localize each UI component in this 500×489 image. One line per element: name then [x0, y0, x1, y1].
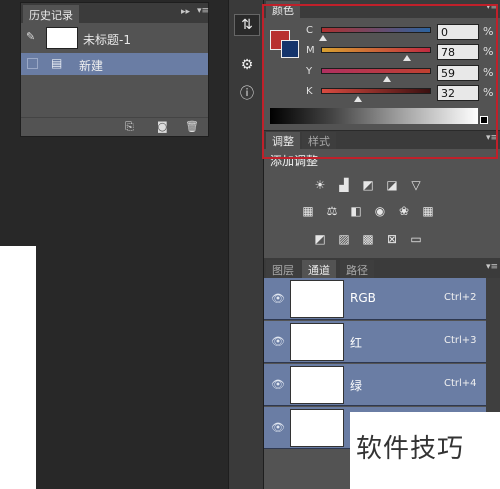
tool-dock: ⇅ ⚙ ⓘ — [228, 0, 264, 489]
watermark-text: 软件技巧 — [356, 434, 465, 464]
eye-icon[interactable]: 👁 — [271, 378, 285, 391]
levels-icon[interactable]: ▟ — [336, 177, 352, 193]
vibrance-icon[interactable]: ▽ — [408, 177, 424, 193]
brightness-icon[interactable]: ☀ — [312, 177, 328, 193]
channel-mixer-icon[interactable]: ❀ — [396, 203, 412, 219]
channel-row-red[interactable]: 👁 红 Ctrl+3 — [264, 321, 486, 363]
channel-name: 红 — [350, 336, 363, 350]
hue-saturation-icon[interactable]: ▦ — [300, 203, 316, 219]
history-panel: 历史记录 ▸▸ ▾≡ ✎ 未标题-1 ▤ 新建 ⎘ ◙ 🗑 — [20, 2, 209, 137]
tab-layers[interactable]: 图层 — [266, 260, 300, 278]
snapshot-label: 未标题-1 — [83, 33, 131, 47]
photo-filter-icon[interactable]: ◉ — [372, 203, 388, 219]
highlight-annotation-box — [262, 4, 498, 159]
channel-thumbnail — [290, 323, 344, 361]
history-state-row[interactable]: ▤ 新建 — [21, 53, 208, 75]
channel-thumbnail — [290, 409, 344, 447]
history-footer: ⎘ ◙ 🗑 — [21, 117, 208, 136]
history-dock-icon[interactable]: ⇅ — [234, 14, 260, 36]
channel-shortcut: Ctrl+3 — [444, 335, 477, 346]
color-balance-icon[interactable]: ⚖ — [324, 203, 340, 219]
eye-icon[interactable]: 👁 — [271, 292, 285, 305]
channel-thumbnail — [290, 280, 344, 318]
tab-history[interactable]: 历史记录 — [23, 5, 79, 23]
document-canvas[interactable] — [0, 246, 36, 489]
gradient-map-icon[interactable]: ⊠ — [384, 231, 400, 247]
invert-icon[interactable]: ◩ — [312, 231, 328, 247]
channel-thumbnail — [290, 366, 344, 404]
history-snapshot-row[interactable]: ✎ 未标题-1 — [21, 24, 208, 52]
channels-panel-header: 图层 通道 路径 ▾≡ — [264, 258, 500, 278]
channel-shortcut: Ctrl+4 — [444, 378, 477, 389]
channel-name: RGB — [350, 291, 376, 305]
collapse-icon[interactable]: ▸▸ — [181, 7, 190, 17]
black-white-icon[interactable]: ◧ — [348, 203, 364, 219]
document-icon: ▤ — [51, 56, 63, 70]
eye-icon[interactable]: 👁 — [271, 421, 285, 434]
history-brush-icon[interactable]: ✎ — [26, 30, 35, 43]
curves-icon[interactable]: ◩ — [360, 177, 376, 193]
tab-paths[interactable]: 路径 — [340, 260, 374, 278]
channel-name: 绿 — [350, 379, 363, 393]
posterize-icon[interactable]: ▨ — [336, 231, 352, 247]
channel-shortcut: Ctrl+2 — [444, 292, 477, 303]
channel-row-green[interactable]: 👁 绿 Ctrl+4 — [264, 364, 486, 406]
selective-color-icon[interactable]: ▭ — [408, 231, 424, 247]
tab-channels[interactable]: 通道 — [302, 260, 336, 278]
panel-menu-icon[interactable]: ▾≡ — [197, 6, 209, 16]
eye-icon[interactable]: 👁 — [271, 335, 285, 348]
new-doc-icon[interactable]: ⎘ — [125, 120, 134, 134]
state-label: 新建 — [79, 59, 104, 73]
color-lookup-icon[interactable]: ▦ — [420, 203, 436, 219]
exposure-icon[interactable]: ◪ — [384, 177, 400, 193]
panel-menu-icon[interactable]: ▾≡ — [486, 262, 498, 272]
snapshot-thumbnail — [46, 27, 78, 49]
history-panel-header: 历史记录 ▸▸ ▾≡ — [21, 3, 209, 23]
info-icon[interactable]: ⓘ — [234, 82, 260, 104]
state-checkbox[interactable] — [27, 58, 38, 69]
trash-icon[interactable]: 🗑 — [185, 120, 199, 133]
camera-icon[interactable]: ◙ — [157, 120, 168, 133]
channel-row-rgb[interactable]: 👁 RGB Ctrl+2 — [264, 278, 486, 320]
threshold-icon[interactable]: ▩ — [360, 231, 376, 247]
properties-dock-icon[interactable]: ⚙ — [234, 54, 260, 76]
